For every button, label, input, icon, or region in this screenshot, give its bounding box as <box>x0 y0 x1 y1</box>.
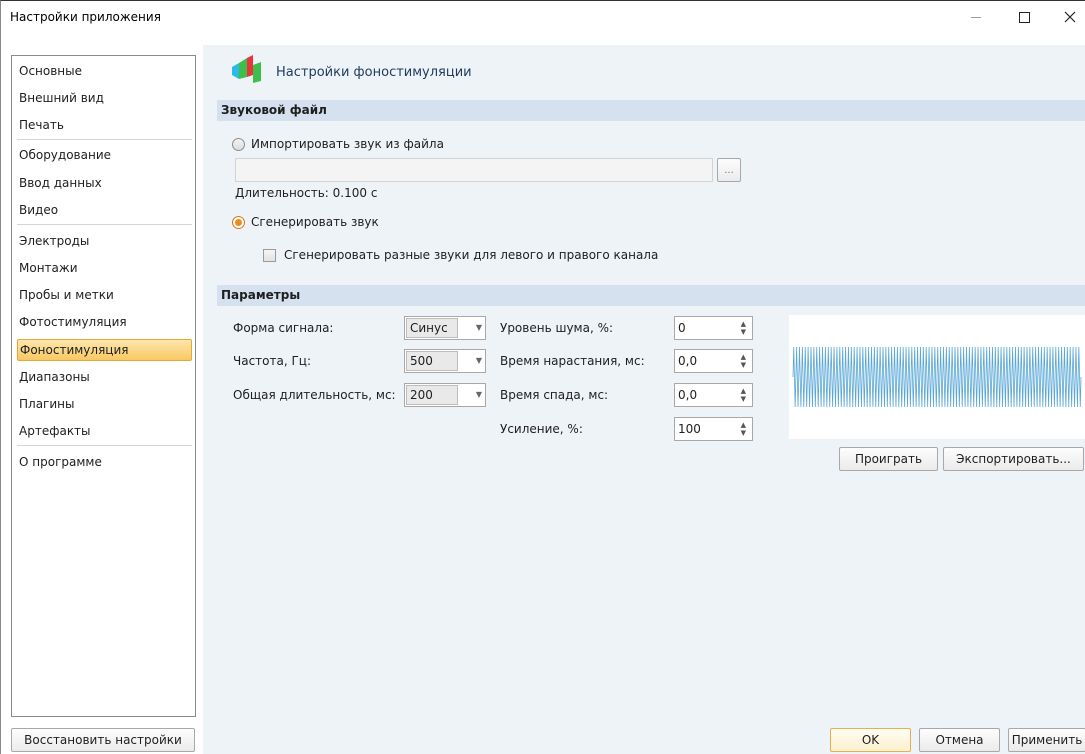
browse-file-button[interactable]: ... <box>717 158 741 182</box>
noise-level-value: 0 <box>678 321 686 335</box>
phonostimulation-logo-icon <box>232 55 261 83</box>
chevron-down-icon: ▼ <box>475 323 482 332</box>
rise-time-spinner[interactable]: 0,0 ▲ ▼ <box>674 349 753 373</box>
sidebar-item-general[interactable]: Основные <box>17 60 192 82</box>
fall-time-spinner[interactable]: 0,0 ▲ ▼ <box>674 383 753 407</box>
noise-level-label: Уровень шума, %: <box>500 321 614 335</box>
total-duration-value: 200 <box>406 385 458 405</box>
sound-file-path-field[interactable] <box>235 158 713 182</box>
spin-up-icon[interactable]: ▲ <box>741 422 746 429</box>
fall-time-label: Время спада, мс: <box>500 388 609 402</box>
spin-up-icon[interactable]: ▲ <box>741 354 746 361</box>
waveform-preview <box>789 315 1085 439</box>
sidebar-item-phonostimulation[interactable]: Фоностимуляция <box>17 339 192 361</box>
total-duration-label: Общая длительность, мс: <box>233 388 396 402</box>
spin-up-icon[interactable]: ▲ <box>741 388 746 395</box>
sidebar-item-electrodes[interactable]: Электроды <box>17 230 192 252</box>
fall-time-value: 0,0 <box>678 388 698 402</box>
sidebar-item-artifacts[interactable]: Артефакты <box>17 420 192 442</box>
sidebar-divider <box>17 445 192 446</box>
sidebar-item-data-input[interactable]: Ввод данных <box>17 172 192 194</box>
frequency-label: Частота, Гц: <box>233 354 312 368</box>
ok-button[interactable]: OK <box>830 728 911 752</box>
main-panel: Настройки фоностимуляции Звуковой файл И… <box>203 45 1085 754</box>
noise-level-spinner[interactable]: 0 ▲ ▼ <box>674 316 753 340</box>
sine-wave-trace <box>792 346 1082 408</box>
chevron-down-icon: ▼ <box>475 390 482 399</box>
generate-sound-radio[interactable] <box>232 216 245 229</box>
sidebar-item-equipment[interactable]: Оборудование <box>17 144 192 166</box>
restore-settings-button[interactable]: Восстановить настройки <box>11 728 195 752</box>
generate-sound-label: Сгенерировать звук <box>251 215 379 229</box>
spin-down-icon[interactable]: ▼ <box>741 362 746 369</box>
maximize-icon <box>1018 11 1030 23</box>
settings-window: Настройки приложения Основные Внешний ви… <box>0 0 1085 754</box>
rise-time-label: Время нарастания, мс: <box>500 354 645 368</box>
close-icon <box>1064 11 1076 23</box>
total-duration-select[interactable]: 200 ▼ <box>404 383 486 407</box>
waveform-label: Форма сигнала: <box>233 321 334 335</box>
different-channels-label: Сгенерировать разные звуки для левого и … <box>284 248 659 262</box>
sidebar-item-appearance[interactable]: Внешний вид <box>17 87 192 109</box>
waveform-value: Синус <box>406 318 458 338</box>
spin-down-icon[interactable]: ▼ <box>741 430 746 437</box>
import-sound-label: Импортировать звук из файла <box>251 137 444 151</box>
sidebar-item-montages[interactable]: Монтажи <box>17 257 192 279</box>
spin-down-icon[interactable]: ▼ <box>741 329 746 336</box>
sidebar-item-video[interactable]: Видео <box>17 199 192 221</box>
sidebar-item-print[interactable]: Печать <box>17 114 192 136</box>
sidebar-item-tests-marks[interactable]: Пробы и метки <box>17 284 192 306</box>
minimize-button[interactable] <box>953 1 999 33</box>
play-button[interactable]: Проиграть <box>839 447 938 471</box>
window-title: Настройки приложения <box>10 10 161 24</box>
page-title: Настройки фоностимуляции <box>276 65 472 80</box>
gain-spinner[interactable]: 100 ▲ ▼ <box>674 417 753 441</box>
title-bar: Настройки приложения <box>1 1 1085 33</box>
sidebar-item-photostimulation[interactable]: Фотостимуляция <box>17 311 192 333</box>
section-parameters: Параметры <box>217 285 1085 306</box>
sidebar-item-plugins[interactable]: Плагины <box>17 393 192 415</box>
rise-time-value: 0,0 <box>678 354 698 368</box>
section-sound-file: Звуковой файл <box>217 100 1085 121</box>
export-button[interactable]: Экспортировать... <box>943 447 1084 471</box>
sidebar-item-about[interactable]: О программе <box>17 451 192 473</box>
different-channels-checkbox[interactable] <box>263 249 276 262</box>
gain-value: 100 <box>678 422 701 436</box>
minimize-icon <box>971 16 981 18</box>
close-button[interactable] <box>1047 1 1085 33</box>
gain-label: Усиление, %: <box>500 422 583 436</box>
sidebar-divider <box>17 139 192 140</box>
cancel-button[interactable]: Отмена <box>919 728 1000 752</box>
frequency-select[interactable]: 500 ▼ <box>404 349 486 373</box>
apply-button[interactable]: Применить <box>1008 728 1085 752</box>
frequency-value: 500 <box>406 351 458 371</box>
spin-down-icon[interactable]: ▼ <box>741 396 746 403</box>
spin-up-icon[interactable]: ▲ <box>741 321 746 328</box>
chevron-down-icon: ▼ <box>475 356 482 365</box>
maximize-button[interactable] <box>1001 1 1047 33</box>
settings-sidebar: Основные Внешний вид Печать Оборудование… <box>11 55 196 717</box>
sidebar-divider <box>17 224 192 225</box>
duration-label: Длительность: 0.100 с <box>235 186 378 200</box>
waveform-select[interactable]: Синус ▼ <box>404 316 486 340</box>
sidebar-item-ranges[interactable]: Диапазоны <box>17 366 192 388</box>
import-sound-radio[interactable] <box>232 138 245 151</box>
